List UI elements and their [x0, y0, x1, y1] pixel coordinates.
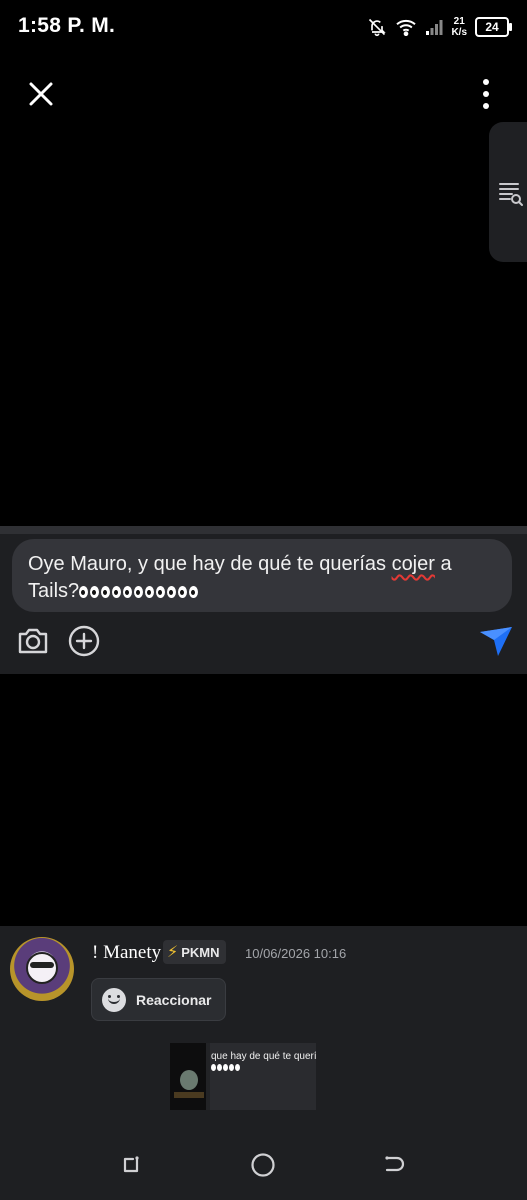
mini-eye-emoji: [211, 1064, 216, 1071]
eye-emoji: [79, 586, 89, 598]
attachment-preview-text: que hay de qué te querías: [211, 1051, 316, 1075]
role-badge-label: PKMN: [181, 944, 220, 960]
lightning-icon: ⚡: [167, 944, 179, 961]
eye-emoji: [134, 586, 144, 598]
search-list-icon[interactable]: [498, 180, 524, 208]
smile-icon: [102, 987, 126, 1012]
eye-emoji: [123, 586, 133, 598]
react-button-label: Reaccionar: [136, 991, 212, 1008]
signal-icon: [426, 20, 443, 35]
message-input[interactable]: Oye Mauro, y que hay de qué te querías c…: [12, 539, 512, 612]
speed-unit: K/s: [451, 27, 467, 38]
react-button[interactable]: Reaccionar: [91, 978, 226, 1021]
back-icon[interactable]: [383, 1153, 407, 1177]
home-icon[interactable]: [250, 1152, 276, 1178]
eye-emoji: [189, 586, 199, 598]
notifications-off-icon: [369, 18, 387, 37]
avatar-glasses: [30, 962, 54, 968]
mini-eye-emoji: [223, 1064, 228, 1071]
send-icon[interactable]: [478, 624, 514, 658]
network-speed: 21 K/s: [451, 16, 467, 38]
close-icon[interactable]: [25, 78, 57, 110]
mini-eye-emoji: [235, 1064, 240, 1071]
attachment-strip: [174, 1092, 204, 1098]
eye-emoji: [101, 586, 111, 598]
battery-indicator: 24: [475, 17, 512, 37]
eye-emoji: [145, 586, 155, 598]
attachment-character-art: [180, 1070, 198, 1090]
mini-eye-emoji: [217, 1064, 222, 1071]
attachment-preview-line: que hay de qué te querías: [211, 1051, 316, 1062]
eye-emoji: [112, 586, 122, 598]
recent-apps-icon[interactable]: [119, 1153, 143, 1177]
eye-emoji: [156, 586, 166, 598]
status-icons: 21 K/s 24: [367, 14, 512, 40]
add-icon[interactable]: [67, 624, 101, 658]
more-vertical-icon[interactable]: [474, 76, 498, 112]
eye-emoji: [167, 586, 177, 598]
message-text: Oye Mauro, y que hay de qué te querías: [28, 553, 392, 575]
eye-emoji: [178, 586, 188, 598]
speed-value: 21: [453, 16, 465, 27]
camera-icon[interactable]: [16, 625, 50, 657]
username[interactable]: ! Manety: [92, 942, 161, 964]
role-badge[interactable]: ⚡ PKMN: [163, 940, 226, 964]
wifi-icon: [396, 19, 417, 36]
eyes-emoji-sequence: [79, 580, 200, 602]
attachment-eyes-emoji: [211, 1063, 316, 1075]
eye-emoji: [90, 586, 100, 598]
status-time: 1:58 P. M.: [18, 14, 116, 37]
misspelled-word[interactable]: cojer: [392, 553, 435, 575]
mini-eye-emoji: [229, 1064, 234, 1071]
avatar-face: [26, 952, 58, 984]
timestamp: 10/06/2026 10:16: [245, 946, 347, 961]
